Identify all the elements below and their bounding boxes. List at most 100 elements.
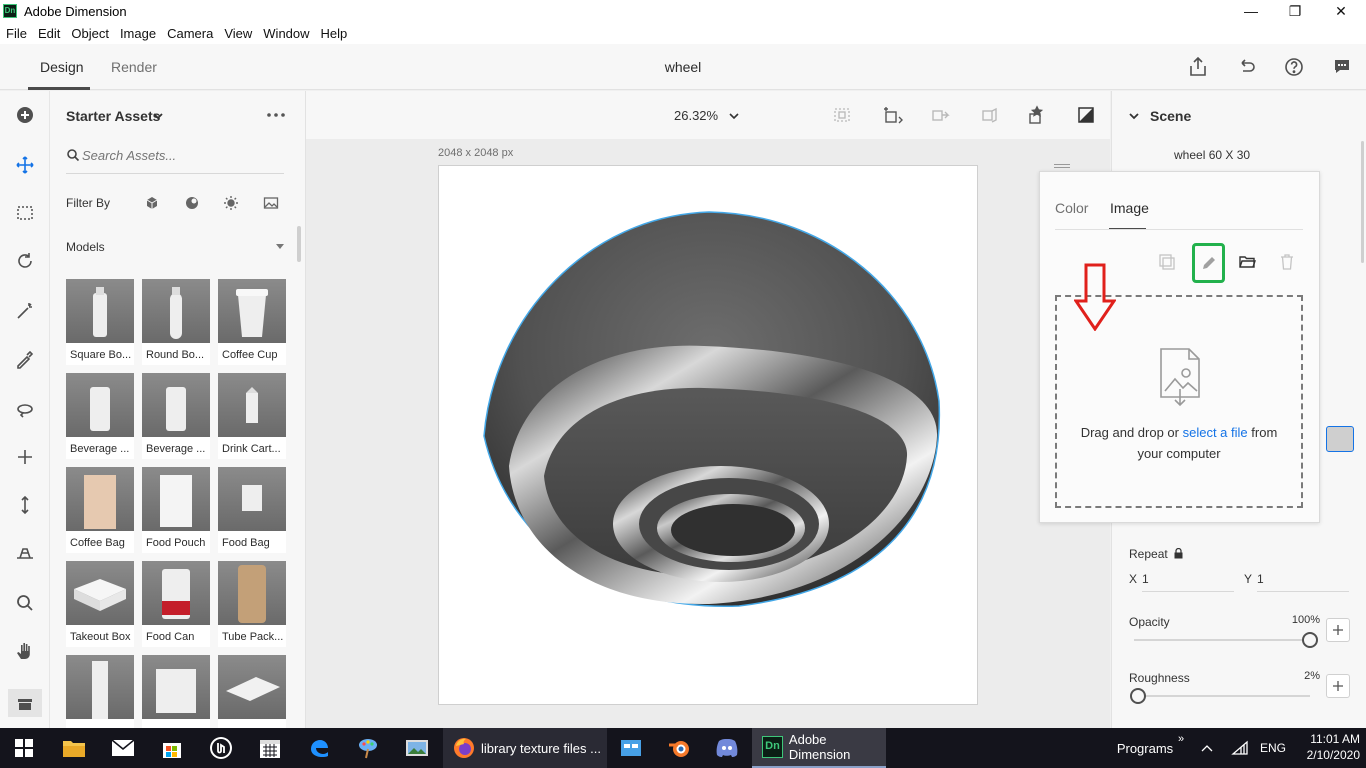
drag-handle[interactable] [1054, 164, 1070, 168]
show-hidden-icons-icon[interactable] [1196, 728, 1218, 768]
unreal-engine-icon[interactable] [197, 728, 245, 768]
filter-models-icon[interactable] [144, 195, 160, 211]
menu-view[interactable]: View [224, 26, 252, 41]
share-icon[interactable] [1186, 55, 1210, 79]
asset-flat-box[interactable] [218, 655, 286, 728]
undo-icon[interactable] [1234, 55, 1258, 79]
feedback-icon[interactable] [1330, 55, 1354, 79]
clock[interactable]: 11:01 AM 2/10/2020 [1296, 731, 1360, 763]
filter-materials-icon[interactable] [184, 195, 200, 211]
chevron-down-icon[interactable] [1128, 110, 1140, 122]
menu-file[interactable]: File [6, 26, 27, 41]
photos-icon[interactable] [393, 728, 441, 768]
tab-design[interactable]: Design [40, 59, 84, 75]
artboard[interactable] [438, 165, 978, 705]
calendar-icon[interactable] [246, 728, 294, 768]
maximize-button[interactable]: ❐ [1272, 0, 1318, 22]
add-roughness-texture-button[interactable] [1326, 674, 1350, 698]
asset-drink-carton[interactable]: Drink Cart... [218, 373, 286, 459]
discord-icon[interactable] [703, 728, 751, 768]
magic-wand-icon[interactable] [13, 299, 37, 323]
asset-beverage-can-2[interactable]: Beverage ... [142, 373, 210, 459]
zoom-dropdown-icon[interactable] [728, 110, 740, 122]
firefox-task[interactable]: library texture files ... [443, 728, 607, 768]
language-indicator[interactable]: ENG [1256, 728, 1290, 768]
repeat-y-input[interactable]: 1 [1257, 572, 1349, 592]
zoom-value[interactable]: 26.32% [674, 108, 718, 123]
color-swatch[interactable] [1326, 426, 1354, 452]
orbit-tool-icon[interactable] [13, 249, 37, 273]
asset-food-can[interactable]: Food Can [142, 561, 210, 647]
render-preview-icon[interactable] [1076, 105, 1096, 125]
filter-lights-icon[interactable] [223, 195, 239, 211]
roughness-slider-track[interactable] [1134, 695, 1310, 697]
eyedropper-icon[interactable] [13, 347, 37, 371]
windows-start-icon[interactable] [0, 728, 48, 768]
hand-tool-icon[interactable] [13, 639, 37, 663]
tab-color[interactable]: Color [1055, 200, 1088, 216]
edit-pencil-icon[interactable] [1200, 254, 1218, 272]
align-icon[interactable] [882, 105, 904, 127]
select-move-tool-icon[interactable] [13, 153, 37, 177]
edge-icon[interactable] [295, 728, 343, 768]
menu-object[interactable]: Object [71, 26, 109, 41]
asset-box[interactable] [142, 655, 210, 728]
programs-chevron-icon[interactable]: » [1178, 733, 1184, 745]
asset-food-bag[interactable]: Food Bag [218, 467, 286, 553]
replace-image-icon[interactable] [1158, 253, 1176, 271]
asset-takeout-box[interactable]: Takeout Box [66, 561, 134, 647]
menu-image[interactable]: Image [120, 26, 156, 41]
camera-dolly-icon[interactable] [13, 493, 37, 517]
paint-icon[interactable] [344, 728, 392, 768]
add-opacity-texture-button[interactable] [1326, 618, 1350, 642]
scene-object-name[interactable]: wheel 60 X 30 [1174, 148, 1250, 162]
favorite-object-icon[interactable] [1026, 105, 1048, 127]
wheel-model[interactable] [439, 166, 979, 706]
close-button[interactable]: ✕ [1318, 0, 1364, 22]
chevron-down-icon[interactable] [152, 110, 164, 122]
asset-coffee-bag[interactable]: Coffee Bag [66, 467, 134, 553]
horizon-tool-icon[interactable] [13, 541, 37, 565]
menu-camera[interactable]: Camera [167, 26, 213, 41]
asset-coffee-cup[interactable]: Coffee Cup [218, 279, 286, 365]
asset-tube-package[interactable]: Tube Pack... [218, 561, 286, 647]
asset-tall-box[interactable] [66, 655, 134, 728]
frame-selection-icon[interactable] [832, 105, 852, 125]
blender-icon[interactable] [655, 728, 703, 768]
camera-pan-icon[interactable] [13, 445, 37, 469]
file-explorer-icon[interactable] [50, 728, 98, 768]
repeat-x-input[interactable]: 1 [1142, 572, 1234, 592]
opacity-slider-track[interactable] [1134, 639, 1310, 641]
lock-icon[interactable] [1174, 548, 1183, 559]
minimize-button[interactable]: — [1228, 0, 1274, 22]
zoom-tool-icon[interactable] [13, 591, 37, 615]
opacity-slider-thumb[interactable] [1302, 632, 1318, 648]
asset-round-bottle[interactable]: Round Bo... [142, 279, 210, 365]
assets-title[interactable]: Starter Assets [66, 108, 160, 124]
asset-food-pouch[interactable]: Food Pouch [142, 467, 210, 553]
filter-images-icon[interactable] [263, 195, 279, 211]
menu-edit[interactable]: Edit [38, 26, 60, 41]
collapse-icon[interactable] [276, 244, 284, 250]
roughness-slider-thumb[interactable] [1130, 688, 1146, 704]
scrollbar[interactable] [1361, 141, 1364, 263]
trash-icon[interactable] [1278, 253, 1296, 271]
open-folder-icon[interactable] [1238, 253, 1256, 271]
asset-beverage-can-1[interactable]: Beverage ... [66, 373, 134, 459]
search-input[interactable] [82, 145, 282, 165]
camera-orbit-icon[interactable] [13, 397, 37, 421]
window-app-icon[interactable] [607, 728, 655, 768]
drop-to-ground-icon[interactable] [929, 105, 951, 127]
dimension-task[interactable]: Dn Adobe Dimension [752, 728, 886, 768]
select-file-link[interactable]: select a file [1183, 425, 1248, 440]
programs-toolbar[interactable]: Programs [1112, 728, 1178, 768]
help-icon[interactable] [1282, 55, 1306, 79]
tab-image[interactable]: Image [1110, 200, 1149, 216]
scrollbar[interactable] [297, 226, 301, 262]
more-options-icon[interactable] [266, 107, 286, 123]
menu-help[interactable]: Help [321, 26, 348, 41]
mail-icon[interactable] [99, 728, 147, 768]
move-to-ground-icon[interactable] [978, 105, 1000, 127]
add-content-icon[interactable] [13, 103, 37, 127]
asset-square-bottle[interactable]: Square Bo... [66, 279, 134, 365]
